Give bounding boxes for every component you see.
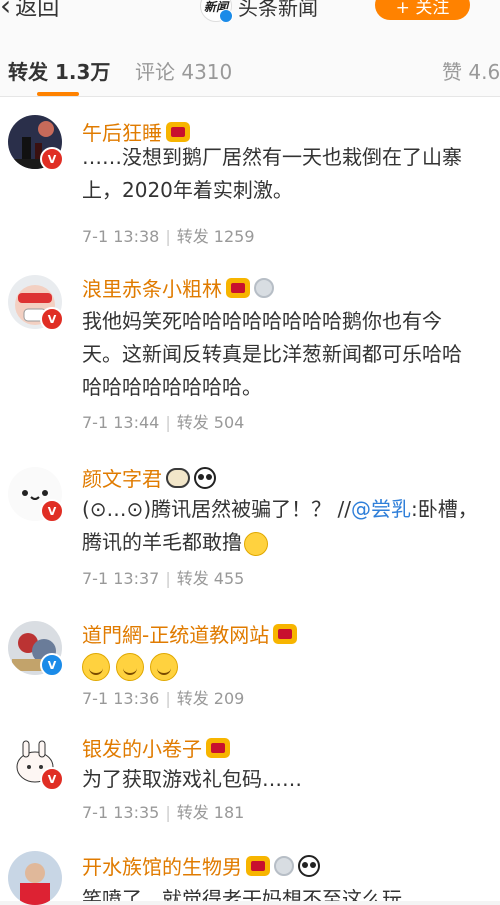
text-content: 腾讯的羊毛都敢撸 xyxy=(82,530,242,554)
timestamp: 7-1 13:36 xyxy=(82,689,160,708)
grin-emoji-icon xyxy=(116,652,144,681)
text-suffix: :卧槽， xyxy=(410,497,478,521)
verified-icon xyxy=(219,9,233,22)
vip-badge-icon: V xyxy=(40,307,64,331)
medal-icon xyxy=(274,855,294,876)
repost-meta-row: 7-1 13:37 | 转发 455 xyxy=(82,569,245,588)
username[interactable]: 银发的小卷子 xyxy=(82,733,230,762)
tab-likes[interactable]: 赞 4.6 xyxy=(442,56,500,85)
repost-text: ……没想到鹅厂居然有一天也栽倒在了山寨 上，2020年着实刺激。 xyxy=(82,141,497,207)
grin-emoji-icon xyxy=(150,652,178,681)
laugh-cry-emoji-icon xyxy=(244,531,268,556)
vip-crown-icon xyxy=(226,277,250,298)
repost-meta: 7-1 13:36 | 转发 209 xyxy=(82,689,245,708)
panda-icon xyxy=(298,854,320,877)
list-item[interactable]: V 浪里赤条小粗林 我他妈笑死哈哈哈哈哈哈哈哈鹅你也有今 天。这新闻反转真是比洋… xyxy=(0,257,500,454)
back-label: 返回 xyxy=(15,0,60,21)
username[interactable]: 颜文字君 xyxy=(82,463,216,492)
account-name: 头条新闻 xyxy=(238,0,318,20)
timestamp: 7-1 13:44 xyxy=(82,413,160,432)
active-tab-indicator xyxy=(37,92,79,96)
tab-reposts[interactable]: 转发 1.3万 xyxy=(8,56,110,85)
username-text: 颜文字君 xyxy=(82,467,162,491)
vip-crown-icon xyxy=(273,623,298,644)
username-text: 浪里赤条小粗林 xyxy=(82,277,222,301)
text-line: 我他妈笑死哈哈哈哈哈哈哈哈鹅你也有今 xyxy=(82,309,442,333)
text-line: 天。这新闻反转真是比洋葱新闻都可乐哈哈 xyxy=(82,342,462,366)
text-line: 上，2020年着实刺激。 xyxy=(82,178,293,202)
grin-emoji-icon xyxy=(82,652,110,681)
text-line: (⊙…⊙)腾讯居然被骗了！？ //@尝乳:卧槽， xyxy=(82,493,497,526)
repost-text: 笑喷了，就觉得老干妈想不至这么玩 xyxy=(82,883,497,901)
repost-count[interactable]: 转发 455 xyxy=(177,569,245,588)
vip-badge-icon: V xyxy=(40,499,64,523)
username-text: 银发的小卷子 xyxy=(82,737,202,761)
vip-crown-icon xyxy=(206,737,230,758)
username-text: 开水族馆的生物男 xyxy=(82,855,242,879)
list-item[interactable]: 开水族馆的生物男 笑喷了，就觉得老干妈想不至这么玩 xyxy=(0,841,500,905)
username[interactable]: 开水族馆的生物男 xyxy=(82,851,320,880)
vip-badge-icon: V xyxy=(40,767,64,791)
username-text: 道門網-正统道教网站 xyxy=(82,623,270,647)
timestamp: 7-1 13:35 xyxy=(82,803,160,822)
sheep-icon xyxy=(166,467,190,488)
repost-text: 我他妈笑死哈哈哈哈哈哈哈哈鹅你也有今 天。这新闻反转真是比洋葱新闻都可乐哈哈 哈… xyxy=(82,305,497,404)
follow-button[interactable]: + 关注 xyxy=(375,0,470,20)
list-item[interactable]: V 午后狂睡 ……没想到鹅厂居然有一天也栽倒在了山寨 上，2020年着实刺激。 … xyxy=(0,97,500,258)
username[interactable]: 浪里赤条小粗林 xyxy=(82,273,274,302)
avatar[interactable] xyxy=(8,851,62,905)
avatar[interactable]: V xyxy=(8,735,64,791)
user-avatar-image xyxy=(8,851,62,905)
text-line: 腾讯的羊毛都敢撸 xyxy=(82,526,497,559)
text-line: 笑喷了，就觉得老干妈想不至这么玩 xyxy=(82,887,402,901)
account-avatar: 新闻 xyxy=(200,0,233,22)
timestamp: 7-1 13:37 xyxy=(82,569,160,588)
text-line: 为了获取游戏礼包码…… xyxy=(82,767,302,791)
top-nav-bar: ‹ 返回 新闻 头条新闻 + 关注 xyxy=(0,0,500,22)
username[interactable]: 道門網-正统道教网站 xyxy=(82,619,298,648)
repost-text xyxy=(82,649,497,682)
tab-comments[interactable]: 评论 4310 xyxy=(135,56,232,85)
account-header[interactable]: 新闻 头条新闻 xyxy=(200,0,318,22)
repost-count[interactable]: 转发 1259 xyxy=(177,227,255,246)
vip-crown-icon xyxy=(166,121,190,142)
text-prefix: (⊙…⊙)腾讯居然被骗了！？ // xyxy=(82,497,351,521)
chevron-left-icon: ‹ xyxy=(0,0,12,22)
repost-count[interactable]: 转发 209 xyxy=(177,689,245,708)
tab-bar: 转发 1.3万 评论 4310 赞 4.6 xyxy=(0,22,500,97)
repost-meta: 7-1 13:44 | 转发 504 xyxy=(82,413,245,432)
avatar[interactable]: V xyxy=(8,115,64,171)
verified-badge-icon: V xyxy=(40,653,64,677)
avatar[interactable]: V xyxy=(8,467,64,523)
repost-meta: 7-1 13:35 | 转发 181 xyxy=(82,803,245,822)
vip-badge-icon: V xyxy=(40,147,64,171)
text-line: 哈哈哈哈哈哈哈哈。 xyxy=(82,375,262,399)
mention-link[interactable]: @尝乳 xyxy=(351,497,411,521)
list-item[interactable]: V 道門網-正统道教网站 7-1 13:36 | 转发 209 xyxy=(0,613,500,734)
repost-meta: 7-1 13:38 | 转发 1259 xyxy=(82,227,255,246)
repost-text: (⊙…⊙)腾讯居然被骗了！？ //@尝乳:卧槽， 腾讯的羊毛都敢撸 xyxy=(82,493,497,559)
avatar[interactable]: V xyxy=(8,275,64,331)
repost-count[interactable]: 转发 504 xyxy=(177,413,245,432)
repost-count[interactable]: 转发 181 xyxy=(177,803,245,822)
medal-icon xyxy=(254,277,274,298)
list-item[interactable]: V 银发的小卷子 为了获取游戏礼包码…… 7-1 13:35 | 转发 181 xyxy=(0,733,500,842)
panda-icon xyxy=(194,466,216,489)
vip-crown-icon xyxy=(246,855,270,876)
list-item[interactable]: V 颜文字君 (⊙…⊙)腾讯居然被骗了！？ //@尝乳:卧槽， 腾讯的羊毛都敢撸… xyxy=(0,453,500,614)
repost-text: 为了获取游戏礼包码…… xyxy=(82,763,497,796)
back-button[interactable]: ‹ 返回 xyxy=(0,0,59,22)
timestamp: 7-1 13:38 xyxy=(82,227,160,246)
avatar[interactable]: V xyxy=(8,621,64,677)
text-line: ……没想到鹅厂居然有一天也栽倒在了山寨 xyxy=(82,145,462,169)
